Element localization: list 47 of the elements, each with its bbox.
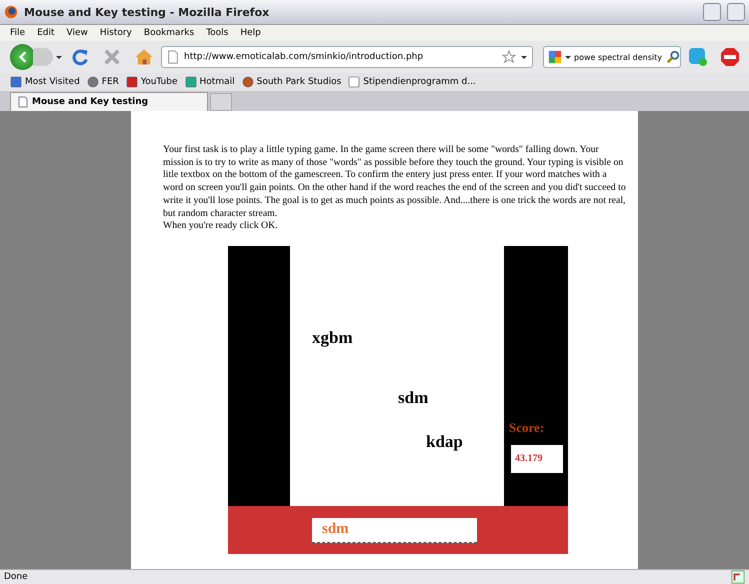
maximize-button[interactable] [727,3,745,21]
bookmark-item[interactable]: South Park Studios [242,76,342,88]
page-icon [17,96,29,108]
menu-item[interactable]: Help [240,28,261,38]
tab[interactable]: Mouse and Key testing [10,92,208,111]
back-button[interactable] [10,44,36,70]
search-icon[interactable] [666,50,680,64]
dropdown-icon[interactable] [520,53,528,61]
falling-word: sdm [398,388,428,408]
minimize-button[interactable] [703,3,721,21]
menu-item[interactable]: View [66,28,88,38]
falling-word: kdap [426,432,463,452]
bookmark-star-icon[interactable] [502,50,516,64]
dropdown-icon[interactable] [55,53,63,61]
bookmark-icon [184,76,197,88]
window-title: Mouse and Key testing - Mozilla Firefox [24,6,270,18]
bookmark-item[interactable]: Hotmail [184,76,235,88]
firefox-icon [4,5,18,19]
page-icon [166,50,180,64]
status-icon [731,570,745,584]
menu-item[interactable]: File [10,28,26,38]
bookmark-icon [10,76,22,88]
dropdown-icon[interactable] [564,53,572,61]
bookmark-item[interactable]: FER [86,76,119,88]
menu-item[interactable]: Tools [206,28,228,38]
status-text: Done [4,572,28,582]
menu-item[interactable]: History [100,28,132,38]
reload-icon[interactable] [70,47,90,67]
bookmark-icon [242,76,254,88]
menu-item[interactable]: Edit [37,28,54,38]
bookmark-icon [126,76,138,88]
bookmark-item[interactable]: Most Visited [10,76,80,88]
bookmark-icon [86,76,99,88]
home-icon[interactable] [134,47,154,67]
instruction-text: When you're ready click OK. [163,220,279,233]
score-label: Score: [509,420,544,436]
instruction-text: Your first task is to play a little typing game. In the game screen there will be some "words" falling down. Your mission is to try to write as many of those "words" as possible before they touch the ground. Your typing is visible on litle textbox on the bottom of the gamescreen. To confirm the entery just press enter. If your word matches with a word on screen you'll gain points. On the other hand if the word reaches the end of the screen and you did't succeed to write it you'll lose points. The goal is to get as much points as possible. And....there is one trick the words are not real, but random character stream. [163,144,627,220]
search-engine-icon[interactable] [548,50,562,64]
bookmark-item[interactable]: Stipendienprogramm d... [348,76,476,88]
falling-word: xgbm [312,328,353,348]
score-value: 43.179 [511,444,563,473]
adblock-icon[interactable] [720,47,740,67]
search-field[interactable]: powe spectral density [543,46,681,68]
bookmark-item[interactable]: YouTube [126,76,178,88]
bookmark-icon [348,76,360,88]
menu-item[interactable]: Bookmarks [144,28,194,38]
address-field[interactable]: http://www.emoticalab.com/sminkio/introduction.php [161,46,533,68]
